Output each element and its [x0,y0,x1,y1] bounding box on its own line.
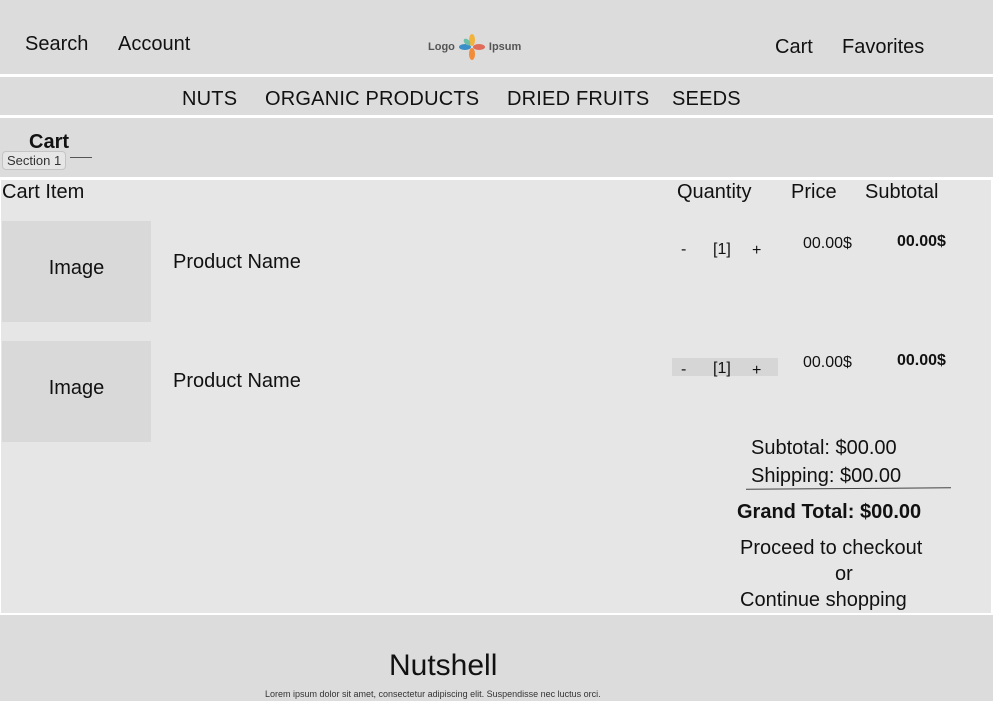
checkout-button[interactable]: Proceed to checkout [740,537,922,560]
header-quantity: Quantity [677,181,752,203]
header-cart-item: Cart Item [2,181,85,203]
section-divider [70,157,92,158]
item-price: 00.00$ [803,235,852,252]
image-placeholder-label: Image [48,377,105,399]
footer-text: Lorem ipsum dolor sit amet, consectetur … [265,689,601,699]
footer-brand: Nutshell [389,649,498,682]
quantity-increase-button[interactable]: + [752,242,761,260]
product-image[interactable]: Image [2,221,151,322]
nav-item-dried-fruits[interactable]: DRIED FRUITS [507,88,649,111]
image-placeholder-label: Image [48,257,105,279]
search-link[interactable]: Search [25,33,88,56]
nav-item-organic-products[interactable]: ORGANIC PRODUCTS [265,88,479,111]
favorites-link[interactable]: Favorites [842,36,924,59]
product-image[interactable]: Image [2,341,151,442]
logo-flower-icon [458,34,485,60]
section-tag: Section 1 [2,151,67,170]
quantity-increase-button[interactable]: + [752,362,761,380]
item-price: 00.00$ [803,354,852,371]
quantity-decrease-button[interactable]: - [681,361,686,379]
continue-shopping-link[interactable]: Continue shopping [740,589,907,612]
nav-item-seeds[interactable]: SEEDS [672,88,741,111]
or-separator: or [835,563,853,585]
account-link[interactable]: Account [118,33,190,56]
nav-item-nuts[interactable]: NUTS [182,88,237,111]
header-subtotal: Subtotal [865,181,939,203]
item-subtotal: 00.00$ [897,352,946,369]
quantity-decrease-button[interactable]: - [681,241,686,259]
product-name[interactable]: Product Name [173,251,301,274]
quantity-value[interactable]: [1] [713,360,731,378]
cart-link[interactable]: Cart [775,36,813,59]
quantity-value[interactable]: [1] [713,241,731,259]
summary-subtotal: Subtotal: $00.00 [751,437,897,459]
logo-text-left: Logo [428,41,455,53]
page-title-bar [0,118,993,177]
summary-shipping: Shipping: $00.00 [751,465,902,487]
header-price: Price [791,181,837,203]
item-subtotal: 00.00$ [897,233,946,250]
logo[interactable]: Logo Ipsum [428,34,521,60]
category-nav-bar [0,77,993,115]
product-name[interactable]: Product Name [173,370,301,393]
grand-total: Grand Total: $00.00 [737,501,922,523]
logo-text-right: Ipsum [488,41,522,53]
